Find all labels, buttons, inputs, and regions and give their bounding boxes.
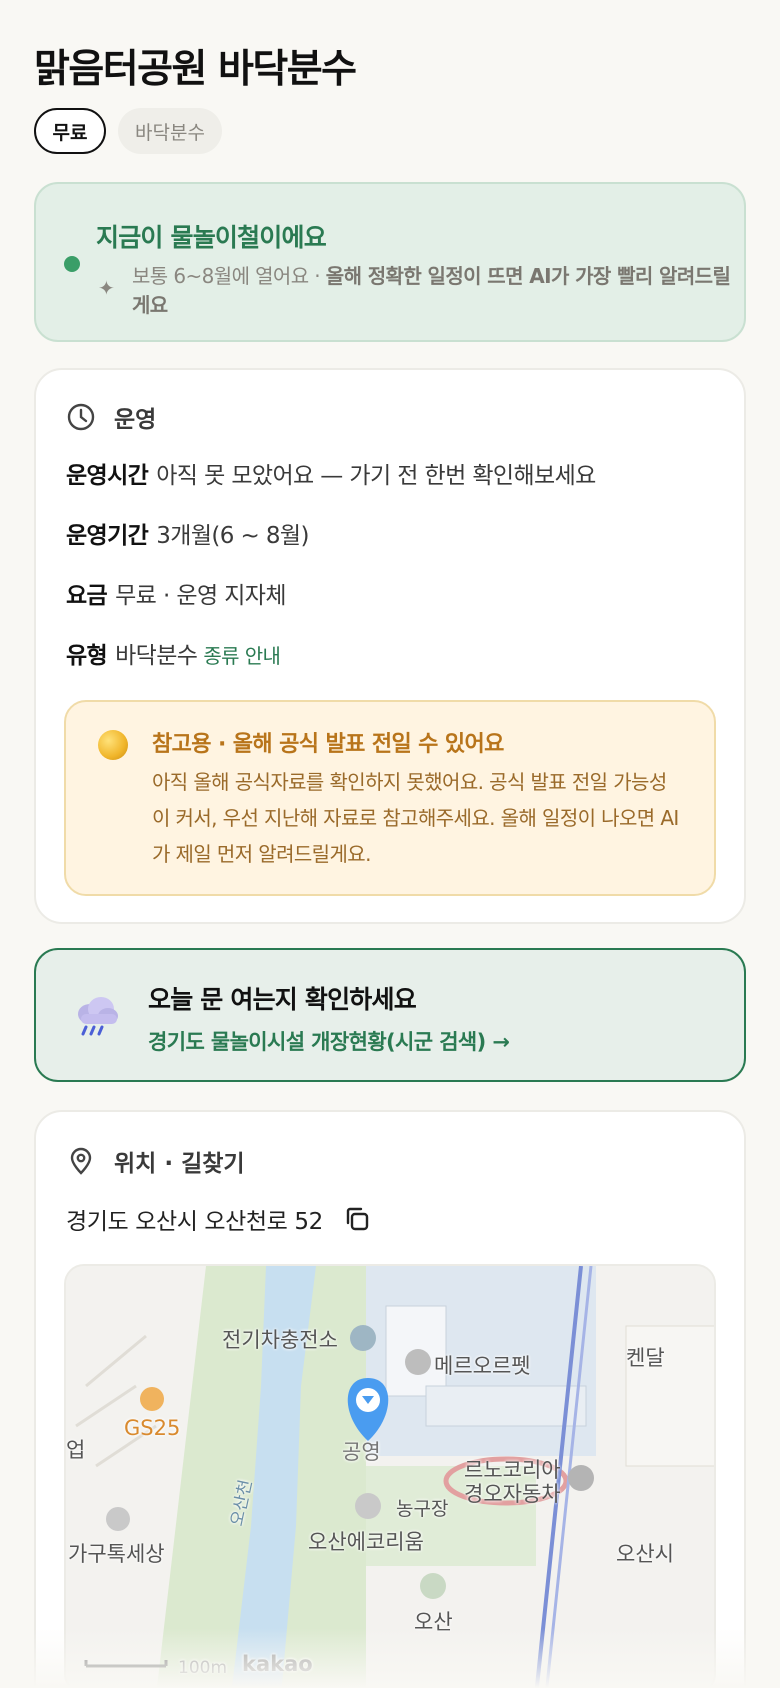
map-label-park: 공영 [342,1440,381,1464]
map-label-gs25: GS25 [124,1416,181,1440]
address-row: 경기도 오산시 오산천로 52 [66,1202,371,1236]
notice-heading: 참고용 · 올해 공식 발표 전일 수 있어요 [152,732,504,757]
hours-row: 운영시간 아직 못 모았어요 — 가기 전 한번 확인해보세요 [66,456,596,490]
fee-label: 요금 [66,583,108,609]
location-pin-outline-icon [70,1147,92,1175]
season-banner: 지금이 물놀이철이에요 ✦ 보통 6~8월에 열어요 · 올해 정확한 일정이 … [34,182,746,342]
sparkle-icon: ✦ [98,276,115,300]
clock-icon [67,403,95,431]
copy-icon[interactable] [343,1205,371,1233]
map-label-ev: 전기차충전소 [222,1328,338,1352]
type-guide-link[interactable]: 종류 안내 [203,644,281,668]
hours-label: 운영시간 [66,463,149,489]
map-label-renault2: 경오자동차 [464,1482,561,1506]
period-label: 운영기간 [66,523,149,549]
map-canvas [66,1266,714,1688]
map-label-court: 농구장 [396,1498,449,1520]
operation-title: 운영 [114,407,157,433]
map-label-furniture: 가구톡세상 [68,1542,165,1566]
status-dot-icon [64,256,80,272]
chip-type[interactable]: 바닥분수 [118,108,222,154]
map-label-ecorium: 오산에코리움 [308,1530,424,1554]
period-value: 3개월(6 ~ 8월) [156,523,309,549]
bottom-fade [0,1628,780,1688]
open-status-link[interactable]: 경기도 물놀이시설 개장현황(시군 검색) → [148,1026,510,1056]
chip-free[interactable]: 무료 [34,108,106,154]
type-value: 바닥분수 [115,643,198,669]
type-row: 유형 바닥분수 종류 안내 [66,636,281,670]
map-view[interactable]: 전기차충전소 메르오르펫 켄달 GS25 업 공영 르노코리아 경오자동차 오산… [64,1264,716,1688]
hours-value: 아직 못 모았어요 — 가기 전 한번 확인해보세요 [156,463,596,489]
map-label-up: 업 [66,1438,86,1462]
notice-body: 아직 올해 공식자료를 확인하지 못했어요. 공식 발표 전일 가능성이 커서,… [152,770,679,866]
map-label-kendal: 켄달 [626,1346,665,1370]
operation-card: 운영 운영시간 아직 못 모았어요 — 가기 전 한번 확인해보세요 운영기간 3개… [34,368,746,924]
fee-value: 무료 · 운영 지자체 [115,583,286,609]
reference-notice: 참고용 · 올해 공식 발표 전일 수 있어요 아직 올해 공식자료를 확인하지… [64,700,716,896]
moon-icon [98,730,128,760]
open-check-heading: 오늘 문 여는지 확인하세요 [148,985,417,1014]
season-text-plain: 보통 6~8월에 열어요 · [132,264,326,288]
rain-cloud-icon [78,997,118,1036]
period-row: 운영기간 3개월(6 ~ 8월) [66,516,309,550]
page-title: 맑음터공원 바닥분수 [34,47,357,92]
map-label-mero: 메르오르펫 [434,1354,531,1378]
location-card: 위치 · 길찾기 경기도 오산시 오산천로 52 전기차충전소 메르오르펫 켄달… [34,1110,746,1688]
location-title: 위치 · 길찾기 [114,1151,245,1177]
address-text: 경기도 오산시 오산천로 52 [66,1209,323,1235]
fee-row: 요금 무료 · 운영 지자체 [66,576,286,610]
season-heading: 지금이 물놀이철이에요 [96,223,327,252]
map-label-osansi: 오산시 [616,1542,674,1566]
open-check-card[interactable]: 오늘 문 여는지 확인하세요 경기도 물놀이시설 개장현황(시군 검색) → [34,948,746,1082]
location-header: 위치 · 길찾기 [66,1144,245,1178]
season-text: 보통 6~8월에 열어요 · 올해 정확한 일정이 뜨면 AI가 가장 빨리 알… [132,262,732,320]
operation-header: 운영 [66,400,156,434]
type-label: 유형 [66,643,108,669]
